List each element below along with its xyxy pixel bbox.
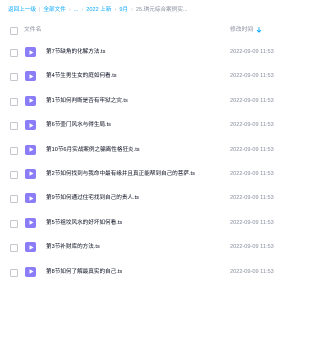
file-row[interactable]: 第7节缺角的化解方法.ts 2022-09-09 11:53: [8, 40, 302, 64]
breadcrumb-item-ellipsis[interactable]: ...: [74, 7, 79, 13]
file-modified-time: 2022-09-09 11:53: [230, 244, 274, 251]
row-checkbox[interactable]: [10, 146, 18, 155]
file-name[interactable]: 第4节生男生女的庭如何看.ts: [46, 64, 117, 88]
file-name[interactable]: 第6节壶门风水与得生局.ts: [46, 113, 111, 137]
video-file-icon: [25, 266, 36, 277]
video-file-icon: [25, 242, 36, 253]
chevron-right-icon: ›: [114, 7, 117, 13]
chevron-right-icon: ›: [131, 7, 133, 13]
file-name[interactable]: 第1节如何判断是否有牢狱之灾.ts: [46, 89, 128, 113]
back-link[interactable]: 返回上一级: [8, 7, 36, 13]
select-all-checkbox[interactable]: [10, 27, 18, 35]
row-checkbox[interactable]: [10, 97, 18, 106]
file-name[interactable]: 第8节如何了解最真实的自己.ts: [46, 260, 122, 284]
row-checkbox[interactable]: [10, 49, 18, 57]
row-checkbox[interactable]: [10, 73, 18, 82]
row-checkbox[interactable]: [10, 122, 18, 131]
file-row[interactable]: 第3节补财库的方法.ts 2022-09-09 11:53: [8, 235, 302, 259]
file-row[interactable]: 第9节如何通过住宅找到自己的贵人.ts 2022-09-09 11:53: [8, 186, 302, 210]
sort-down-arrow-icon[interactable]: [256, 27, 262, 33]
video-file-icon: [25, 193, 36, 204]
file-name[interactable]: 第2节如何找到与我命中最有缘并且真正能帮到自己的菩萨.ts: [46, 162, 195, 186]
video-file-icon: [25, 168, 36, 179]
file-row[interactable]: 第1节如何判断是否有牢狱之灾.ts 2022-09-09 11:53: [8, 89, 302, 113]
file-row[interactable]: 第8节如何了解最真实的自己.ts 2022-09-09 11:53: [8, 260, 302, 284]
file-modified-time: 2022-09-09 11:53: [230, 170, 274, 177]
row-checkbox[interactable]: [10, 268, 18, 277]
file-list: 第7节缺角的化解方法.ts 2022-09-09 11:53 第4节生男生女的庭如何…: [8, 40, 302, 284]
breadcrumb-item-all-files[interactable]: 全部文件: [43, 7, 65, 13]
file-list-header: 文件名 修改时间: [8, 24, 302, 38]
chevron-right-icon: ›: [68, 7, 71, 13]
file-name[interactable]: 第5节祖坟风水的好坏如何看.ts: [46, 211, 122, 235]
file-row[interactable]: 第10节6月实战案例之骗离性格狂炎.ts 2022-09-09 11:53: [8, 138, 302, 162]
breadcrumb-item-2022[interactable]: 2022 上新: [86, 7, 111, 13]
breadcrumb: 返回上一级 | 全部文件 ›... › 2022 上新 › 9月 › 25.琪元综合案例实...: [8, 4, 308, 16]
file-row[interactable]: 第6节壶门风水与得生局.ts 2022-09-09 11:53: [8, 113, 302, 137]
video-file-icon: [25, 144, 36, 155]
row-checkbox[interactable]: [10, 219, 18, 228]
column-header-modified-time[interactable]: 修改时间: [230, 24, 253, 36]
column-header-name[interactable]: 文件名: [24, 24, 41, 36]
file-name[interactable]: 第7节缺角的化解方法.ts: [46, 40, 105, 64]
video-file-icon: [25, 217, 36, 228]
file-row[interactable]: 第4节生男生女的庭如何看.ts 2022-09-09 11:53: [8, 64, 302, 88]
file-modified-time: 2022-09-09 11:53: [230, 49, 274, 55]
file-row[interactable]: 第2节如何找到与我命中最有缘并且真正能帮到自己的菩萨.ts 2022-09-09 …: [8, 162, 302, 186]
video-file-icon: [25, 95, 36, 106]
video-file-icon: [25, 120, 36, 131]
video-file-icon: [25, 47, 36, 57]
file-name[interactable]: 第9节如何通过住宅找到自己的贵人.ts: [46, 186, 139, 210]
file-modified-time: 2022-09-09 11:53: [230, 146, 274, 153]
row-checkbox[interactable]: [10, 244, 18, 253]
row-checkbox[interactable]: [10, 170, 18, 179]
file-modified-time: 2022-09-09 11:53: [230, 268, 274, 275]
breadcrumb-item-september[interactable]: 9月: [119, 7, 128, 13]
file-modified-time: 2022-09-09 11:53: [230, 195, 274, 202]
file-modified-time: 2022-09-09 11:53: [230, 73, 274, 80]
chevron-right-icon: ›: [81, 7, 84, 13]
row-checkbox[interactable]: [10, 195, 18, 204]
file-modified-time: 2022-09-09 11:53: [230, 122, 274, 129]
video-file-icon: [25, 71, 36, 82]
file-modified-time: 2022-09-09 11:53: [230, 219, 274, 226]
file-modified-time: 2022-09-09 11:53: [230, 97, 274, 104]
file-name[interactable]: 第10节6月实战案例之骗离性格狂炎.ts: [46, 138, 140, 162]
file-name[interactable]: 第3节补财库的方法.ts: [46, 235, 100, 259]
breadcrumb-current: 25.琪元综合案例实...: [135, 7, 188, 13]
breadcrumb-separator: |: [38, 7, 41, 13]
file-row[interactable]: 第5节祖坟风水的好坏如何看.ts 2022-09-09 11:53: [8, 211, 302, 235]
